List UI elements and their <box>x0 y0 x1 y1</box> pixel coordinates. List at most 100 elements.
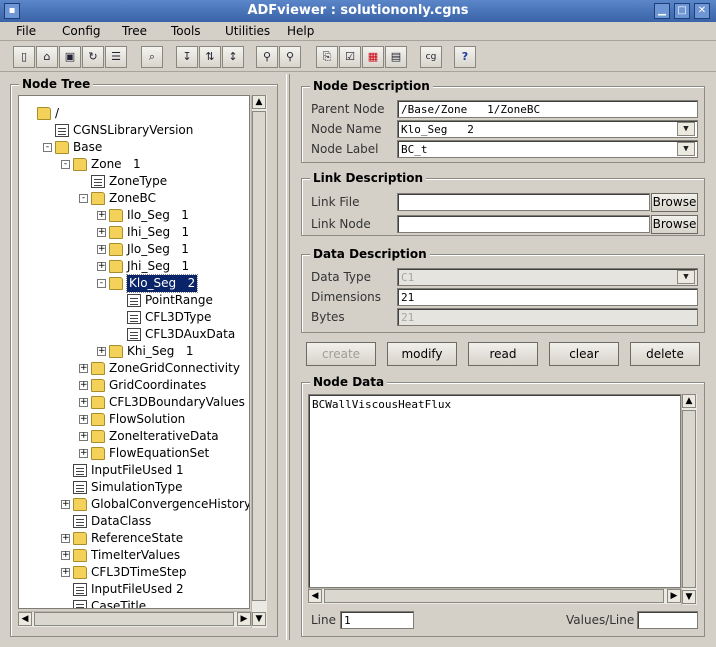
tree-node[interactable]: + FlowEquationSet <box>19 445 249 462</box>
cgns-icon[interactable]: cg <box>420 46 442 68</box>
dimensions-input[interactable]: 21 <box>397 288 698 306</box>
tree-node[interactable]: + FlowSolution <box>19 411 249 428</box>
read-button[interactable]: read <box>468 342 538 366</box>
tree-node[interactable]: - Klo_Seg 2 <box>19 274 249 293</box>
tree-node[interactable]: CFL3DAuxData <box>19 326 249 343</box>
link-node-browse-button[interactable]: Browse <box>651 215 698 234</box>
tree-node[interactable]: + ReferenceState <box>19 530 249 547</box>
table-icon[interactable]: ▤ <box>385 46 407 68</box>
tree-node[interactable]: ZoneType <box>19 173 249 190</box>
node-data-textarea[interactable]: BCWallViscousHeatFlux <box>308 394 681 588</box>
scroll-right-icon[interactable]: ▶ <box>237 612 251 626</box>
scroll-down-icon[interactable]: ▼ <box>682 590 696 604</box>
tree-node[interactable]: - ZoneBC <box>19 190 249 207</box>
close-icon[interactable]: ✕ <box>694 3 710 19</box>
chevron-down-icon[interactable]: ▼ <box>677 122 695 136</box>
scroll-thumb[interactable] <box>682 410 696 588</box>
refresh-icon[interactable]: ↻ <box>82 46 104 68</box>
tree-node[interactable]: - Zone 1 <box>19 156 249 173</box>
node-name-combo[interactable]: Klo_Seg 2 ▼ <box>397 120 698 138</box>
expand-icon[interactable]: + <box>61 568 70 577</box>
tree-node[interactable]: PointRange <box>19 292 249 309</box>
expand-icon[interactable]: + <box>61 500 70 509</box>
new-icon[interactable]: ▯ <box>13 46 35 68</box>
maximize-icon[interactable]: □ <box>674 3 690 19</box>
tree-node[interactable]: + TimeIterValues <box>19 547 249 564</box>
grid-icon[interactable]: ▦ <box>362 46 384 68</box>
link-file-input[interactable] <box>397 193 650 211</box>
menu-tree[interactable]: Tree <box>122 24 147 38</box>
node-data-vertical-scrollbar[interactable]: ▲ ▼ <box>681 394 697 605</box>
tree-node[interactable]: + Ilo_Seg 1 <box>19 207 249 224</box>
link-file-browse-button[interactable]: Browse <box>651 193 698 212</box>
tree-node[interactable]: CFL3DType <box>19 309 249 326</box>
delete-button[interactable]: delete <box>630 342 700 366</box>
expand-icon[interactable]: + <box>79 415 88 424</box>
properties-icon[interactable]: ☰ <box>105 46 127 68</box>
tree-expand-icon[interactable]: ↧ <box>176 46 198 68</box>
hscroll-thumb[interactable] <box>324 589 664 603</box>
line-input[interactable]: 1 <box>340 611 414 629</box>
tree-node[interactable]: CGNSLibraryVersion <box>19 122 249 139</box>
minimize-icon[interactable]: ▁ <box>654 3 670 19</box>
scroll-right-icon[interactable]: ▶ <box>667 589 681 603</box>
help-icon[interactable]: ? <box>454 46 476 68</box>
menu-config[interactable]: Config <box>62 24 101 38</box>
tree-node[interactable]: + Ihi_Seg 1 <box>19 224 249 241</box>
tree-node[interactable]: CaseTitle <box>19 598 249 608</box>
tree-node[interactable]: - Base <box>19 139 249 156</box>
tree-node[interactable]: SimulationType <box>19 479 249 496</box>
menu-file[interactable]: File <box>16 24 36 38</box>
expand-icon[interactable]: + <box>61 551 70 560</box>
tree-node[interactable]: + GlobalConvergenceHistory <box>19 496 249 513</box>
tree-node[interactable]: / <box>19 105 249 122</box>
collapse-icon[interactable]: - <box>79 194 88 203</box>
tree-node[interactable]: + GridCoordinates <box>19 377 249 394</box>
tree-list-icon[interactable]: ↕ <box>222 46 244 68</box>
scroll-up-icon[interactable]: ▲ <box>252 95 266 109</box>
tree-vertical-scrollbar[interactable]: ▲ ▼ <box>251 95 267 628</box>
scroll-down-icon[interactable]: ▼ <box>252 612 266 626</box>
tree-node[interactable]: + Jhi_Seg 1 <box>19 258 249 275</box>
find-icon[interactable]: ⚲ <box>256 46 278 68</box>
collapse-icon[interactable]: - <box>43 143 52 152</box>
tree-node[interactable]: DataClass <box>19 513 249 530</box>
node-data-horizontal-scrollbar[interactable]: ◀ ▶ <box>308 588 681 604</box>
tree-node[interactable]: + Khi_Seg 1 <box>19 343 249 360</box>
values-per-line-input[interactable] <box>637 611 698 629</box>
expand-icon[interactable]: + <box>79 449 88 458</box>
expand-icon[interactable]: + <box>97 228 106 237</box>
expand-icon[interactable]: + <box>97 245 106 254</box>
tree-horizontal-scrollbar[interactable]: ◀ ▶ <box>18 611 251 627</box>
expand-icon[interactable]: + <box>61 534 70 543</box>
tree-sort-icon[interactable]: ⇅ <box>199 46 221 68</box>
menu-tools[interactable]: Tools <box>171 24 201 38</box>
expand-icon[interactable]: + <box>79 381 88 390</box>
open-icon[interactable]: ⌂ <box>36 46 58 68</box>
expand-icon[interactable]: + <box>97 347 106 356</box>
parent-node-field[interactable]: /Base/Zone 1/ZoneBC <box>397 100 698 118</box>
copy-icon[interactable]: ⎘ <box>316 46 338 68</box>
scroll-left-icon[interactable]: ◀ <box>308 589 322 603</box>
pane-splitter[interactable] <box>286 74 290 640</box>
chevron-down-icon[interactable]: ▼ <box>677 142 695 156</box>
tree-node[interactable]: + CFL3DTimeStep <box>19 564 249 581</box>
expand-icon[interactable]: + <box>97 262 106 271</box>
save-icon[interactable]: ▣ <box>59 46 81 68</box>
node-label-combo[interactable]: BC_t ▼ <box>397 140 698 158</box>
menu-help[interactable]: Help <box>287 24 314 38</box>
print-preview-icon[interactable]: ⌕ <box>141 46 163 68</box>
expand-icon[interactable]: + <box>97 211 106 220</box>
node-tree[interactable]: / CGNSLibraryVersion - Base - Zone 1 ZoneType -… <box>18 95 250 609</box>
collapse-icon[interactable]: - <box>61 160 70 169</box>
find-next-icon[interactable]: ⚲ <box>279 46 301 68</box>
collapse-icon[interactable]: - <box>97 279 106 288</box>
tree-node[interactable]: + ZoneGridConnectivity <box>19 360 249 377</box>
menu-utilities[interactable]: Utilities <box>225 24 270 38</box>
tree-node[interactable]: + CFL3DBoundaryValues <box>19 394 249 411</box>
tree-node[interactable]: InputFileUsed 1 <box>19 462 249 479</box>
scroll-left-icon[interactable]: ◀ <box>18 612 32 626</box>
expand-icon[interactable]: + <box>79 398 88 407</box>
modify-button[interactable]: modify <box>387 342 457 366</box>
scroll-thumb[interactable] <box>252 111 266 601</box>
